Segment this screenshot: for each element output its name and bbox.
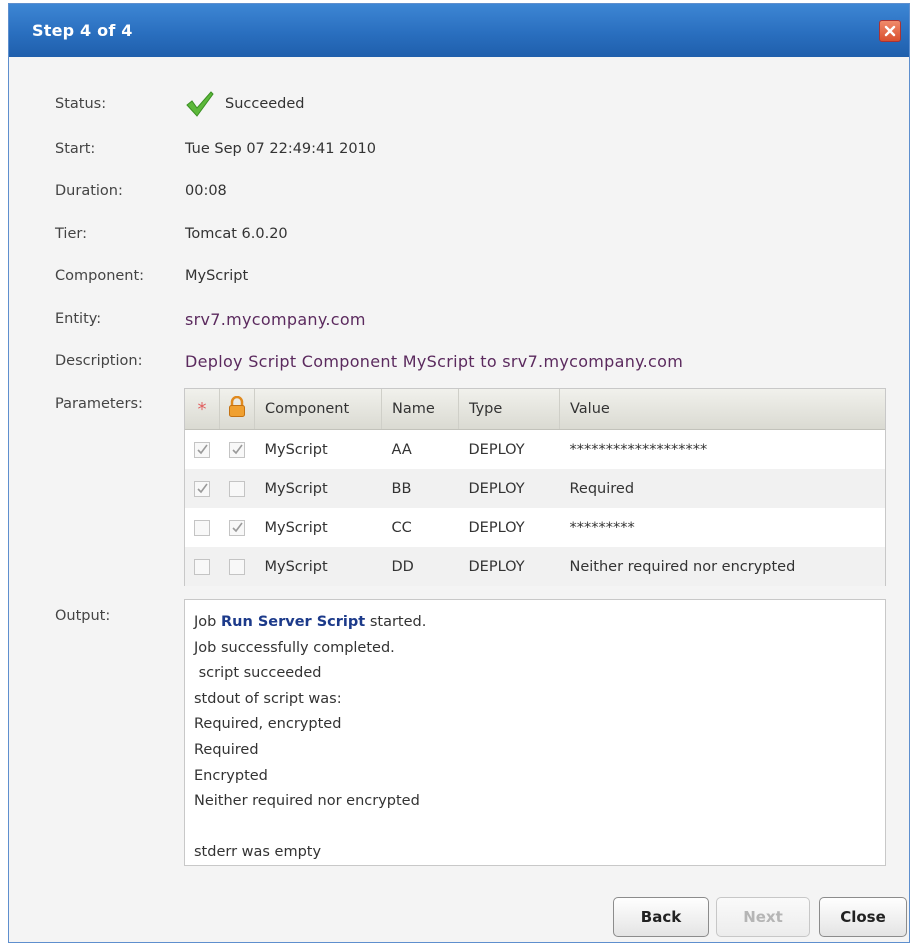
title-bar: Step 4 of 4 [9,4,909,57]
required-checkbox[interactable] [194,441,211,458]
component-row: Component: MyScript [55,264,248,288]
required-cell [185,469,220,508]
close-button[interactable]: Close [819,897,907,937]
table-row[interactable]: MyScript BB DEPLOY Required [185,469,885,508]
required-cell [185,508,220,547]
status-label: Status: [55,96,107,112]
value-cell: ******************* [569,441,708,458]
output-line: script succeeded [194,665,322,682]
name-cell: BB [381,469,459,508]
duration-label: Duration: [55,183,123,199]
required-column-header[interactable]: * [185,389,220,430]
output-line: stderr was empty [194,844,322,861]
dialog-title: Step 4 of 4 [32,21,133,40]
wizard-dialog: Step 4 of 4 Status: Succeeded Start: Tue… [8,3,910,943]
required-icon: * [197,398,207,420]
type-cell: DEPLOY [468,519,525,536]
close-icon[interactable] [879,19,901,42]
parameters-header-row: * Component Name Type Value [185,389,885,430]
type-cell: DEPLOY [458,469,560,508]
entity-label: Entity: [55,311,102,327]
output-line: Neither required nor encrypted [194,793,420,810]
start-value: Tue Sep 07 22:49:41 2010 [185,141,377,157]
name-cell: DD [381,547,459,586]
table-row[interactable]: MyScript CC DEPLOY ********* [185,508,885,547]
back-button[interactable]: Back [613,897,709,937]
encrypted-checkbox[interactable] [229,480,245,497]
component-label: Component: [55,268,145,284]
lock-icon [229,395,245,417]
parameters-grid: * Component Name Type Value MyScript AA DE… [184,388,886,586]
component-cell: MyScript [264,441,328,458]
check-icon [186,91,214,117]
output-line: Encrypted [194,767,268,784]
duration-row: Duration: 00:08 [55,179,227,203]
output-line: Required [194,741,259,758]
value-cell: Required [559,469,885,508]
encrypted-cell [219,547,255,586]
tier-value: Tomcat 6.0.20 [185,226,288,242]
required-checkbox[interactable] [194,558,211,575]
table-row[interactable]: MyScript AA DEPLOY ******************* [185,430,885,470]
encrypted-column-header[interactable] [219,389,255,430]
encrypted-cell [220,508,255,547]
component-cell: MyScript [254,547,382,586]
required-cell [185,547,220,586]
output-line: stdout of script was: [194,690,342,707]
component-value: MyScript [185,268,249,284]
output-line: Job successfully completed. [194,639,395,656]
duration-value: 00:08 [185,183,227,199]
name-cell: CC [391,519,412,536]
job-name: Run Server Script [220,614,366,630]
component-cell: MyScript [254,469,382,508]
encrypted-cell [219,469,255,508]
type-cell: DEPLOY [468,441,525,458]
start-row: Start: Tue Sep 07 22:49:41 2010 [55,137,376,161]
value-cell: ********* [569,519,635,536]
required-cell [185,430,220,470]
entity-row: Entity: srv7.mycompany.com [55,307,366,331]
component-cell: MyScript [264,519,328,536]
name-cell: AA [391,441,412,458]
status-row: Status: Succeeded [55,91,305,117]
required-checkbox[interactable] [194,480,211,497]
output-box[interactable]: Job Run Server Script started. Job succe… [184,599,886,866]
next-button[interactable]: Next [716,897,810,937]
encrypted-checkbox[interactable] [229,558,245,575]
tier-label: Tier: [55,226,87,242]
description-value: Deploy Script Component MyScript to srv7… [185,351,684,371]
entity-value: srv7.mycompany.com [185,309,366,329]
status-value: Succeeded [225,96,305,112]
encrypted-checkbox[interactable] [229,519,245,536]
encrypted-checkbox[interactable] [229,441,245,458]
name-column-header[interactable]: Name [381,389,459,430]
encrypted-cell [220,430,255,470]
output-line: Job Run Server Script started. [194,614,427,630]
type-cell: DEPLOY [458,547,560,586]
type-column-header[interactable]: Type [458,389,560,430]
value-cell: Neither required nor encrypted [559,547,885,586]
start-label: Start: [55,141,96,157]
component-column-header[interactable]: Component [254,389,382,430]
description-label: Description: [55,353,143,369]
value-column-header[interactable]: Value [559,389,885,430]
output-label: Output: [55,608,111,624]
table-row[interactable]: MyScript DD DEPLOY Neither required nor enc… [185,547,885,586]
description-row: Description: Deploy Script Component MyS… [55,349,683,373]
tier-row: Tier: Tomcat 6.0.20 [55,222,288,246]
required-checkbox[interactable] [194,519,211,536]
parameters-label: Parameters: [55,396,143,412]
output-line: Required, encrypted [194,716,342,733]
